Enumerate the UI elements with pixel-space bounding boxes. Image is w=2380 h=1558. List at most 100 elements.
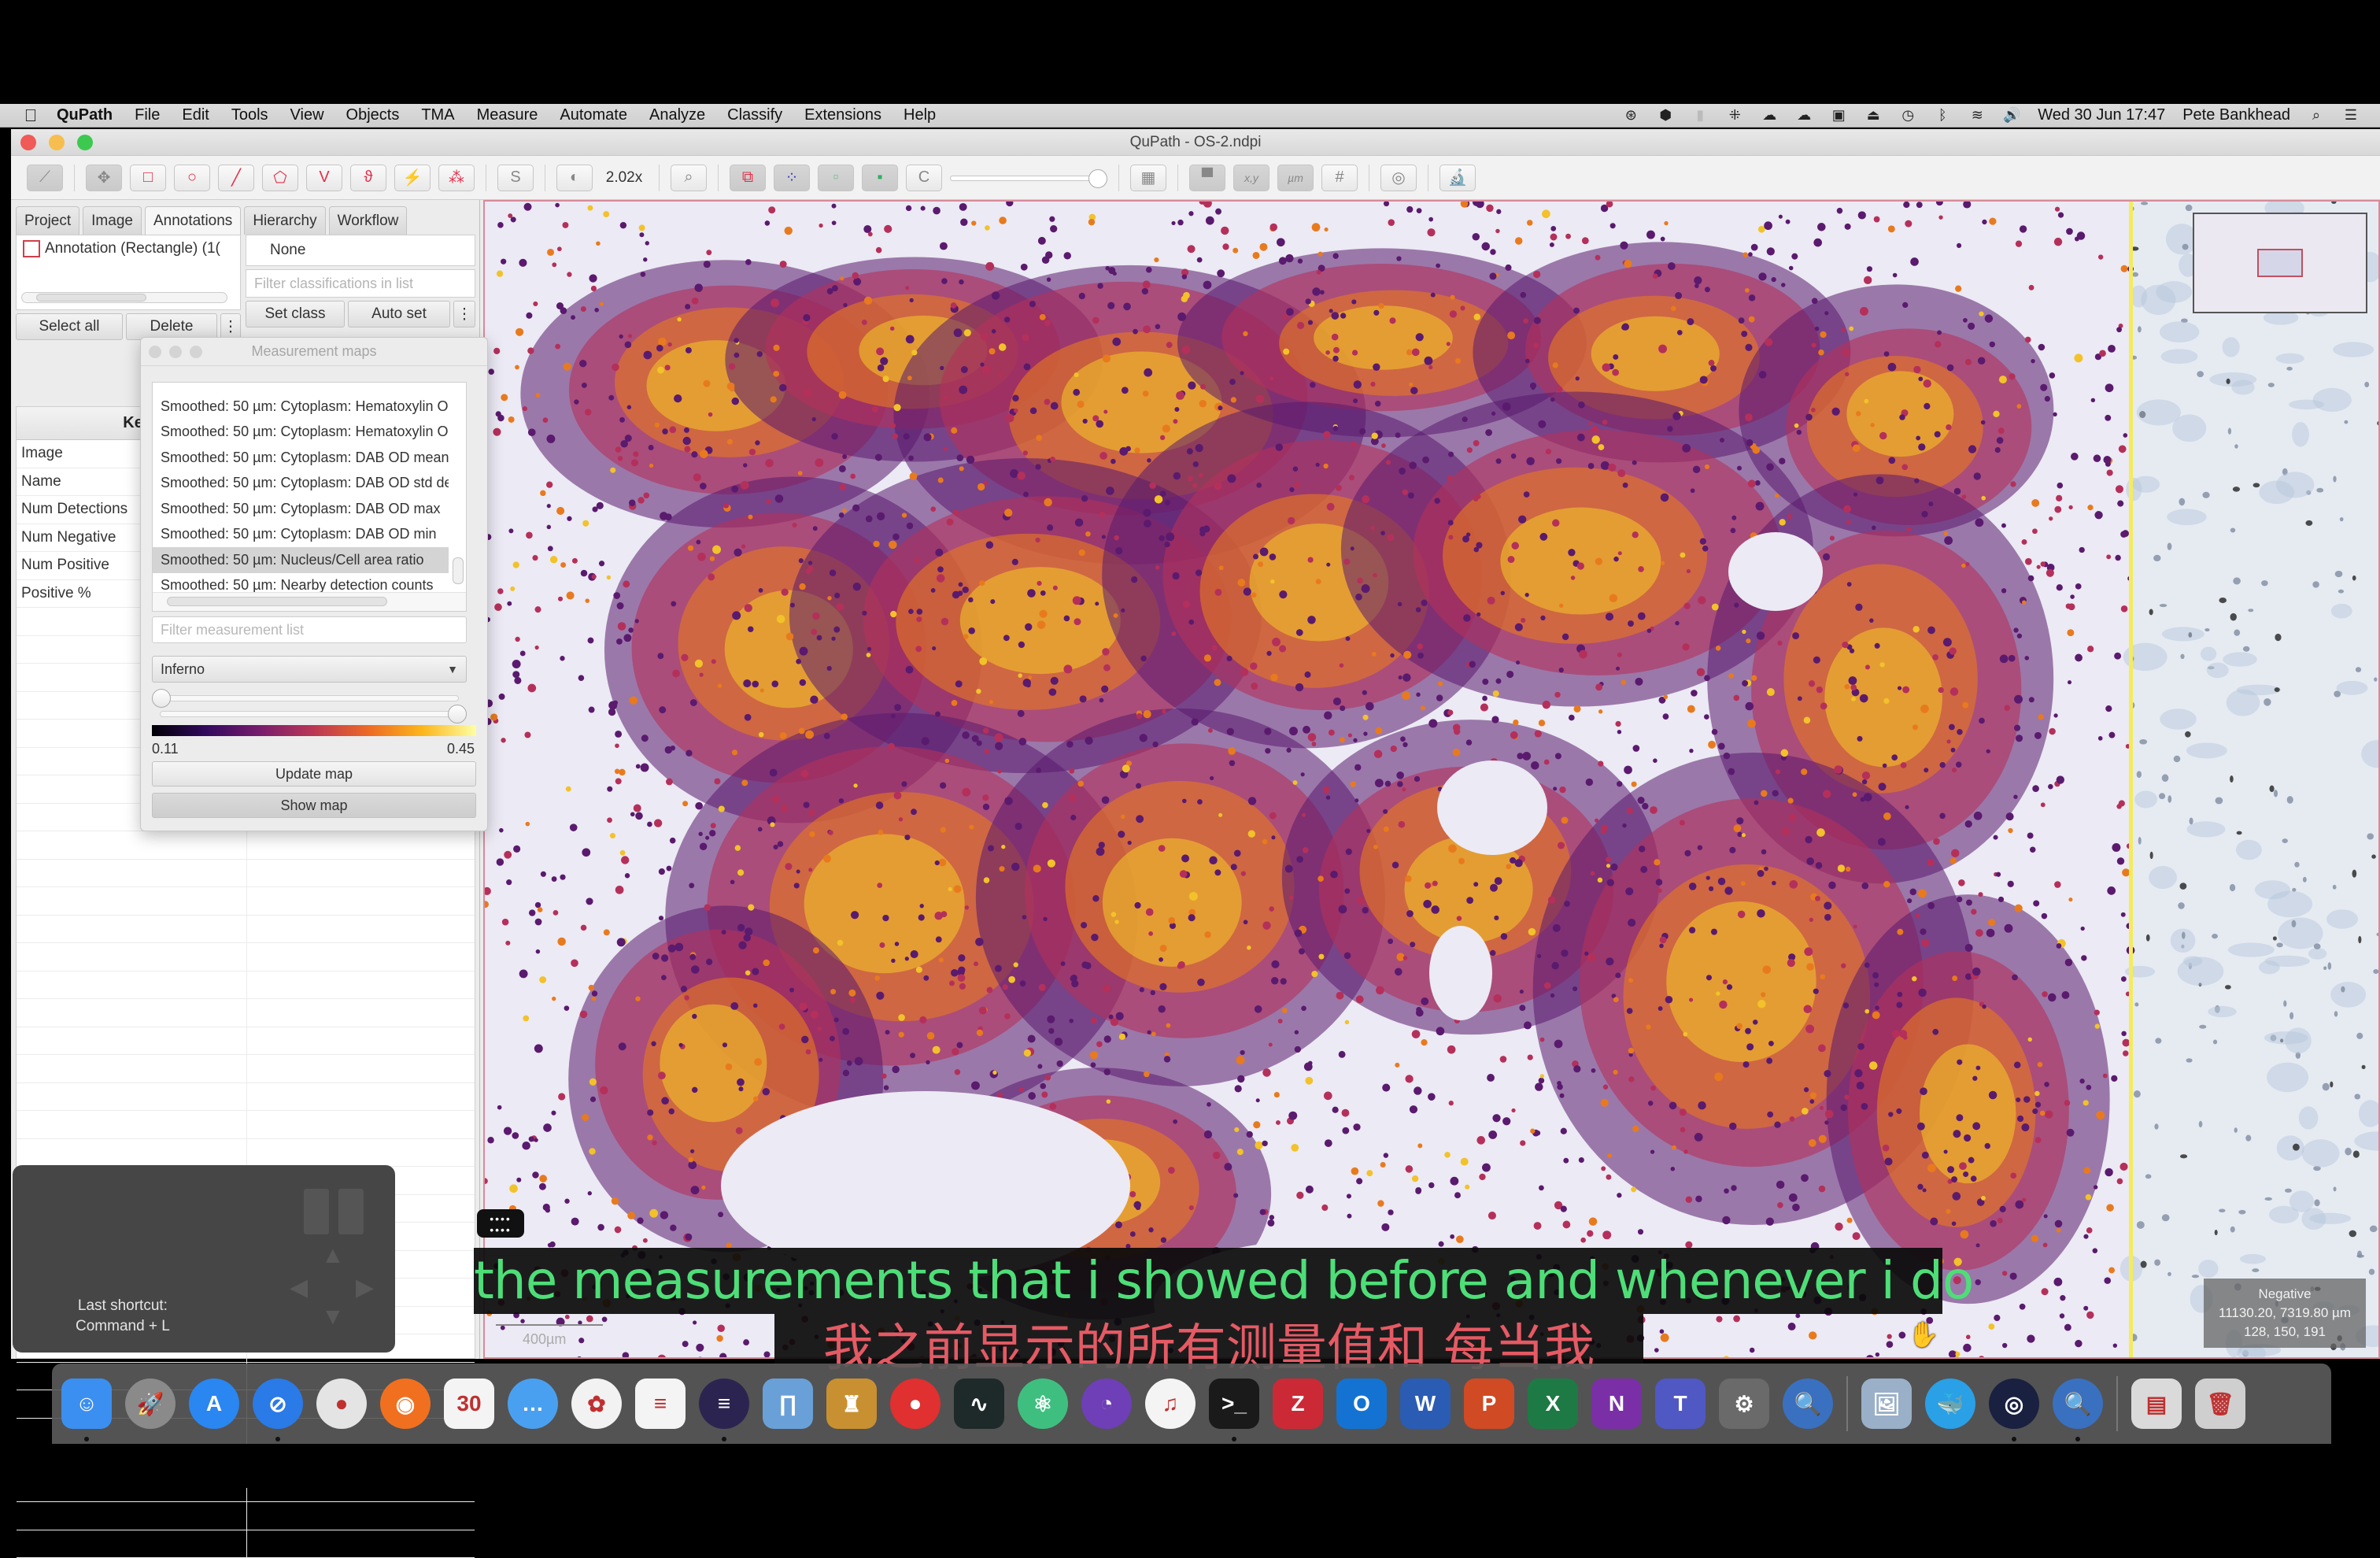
cube-icon[interactable]: ⬢ xyxy=(1657,107,1674,124)
dock-activity-monitor-icon[interactable]: ∿ xyxy=(954,1379,1004,1429)
microscope-button[interactable]: 🔬 xyxy=(1439,165,1476,191)
move-tool-button[interactable]: ✥ xyxy=(86,165,122,191)
dock-eclipse-icon[interactable]: ≡ xyxy=(699,1379,749,1429)
measurement-table-button[interactable]: ▦ xyxy=(1130,165,1166,191)
dock-powerpoint-icon[interactable]: P xyxy=(1464,1379,1514,1429)
measurement-filter-input[interactable]: Filter measurement list xyxy=(152,616,467,643)
dock-atom-icon[interactable]: ⚛ xyxy=(1018,1379,1068,1429)
max-value-slider[interactable] xyxy=(152,705,467,723)
menu-measure[interactable]: Measure xyxy=(477,106,538,124)
tab-workflow[interactable]: Workflow xyxy=(329,206,408,235)
menu-app-qupath[interactable]: QuPath xyxy=(57,106,113,124)
image-viewer[interactable]: 400µm Negative 11130.20, 7319.80 µm 128,… xyxy=(483,200,2380,1359)
dock-word-icon[interactable]: W xyxy=(1400,1379,1451,1429)
overview-thumbnail[interactable] xyxy=(2193,213,2367,313)
dialog-minimize-button[interactable] xyxy=(169,346,182,358)
preferences-button[interactable]: ◎ xyxy=(1380,165,1417,191)
menu-classify[interactable]: Classify xyxy=(727,106,782,124)
menu-tma[interactable]: TMA xyxy=(421,106,454,124)
max-slider-knob[interactable] xyxy=(448,705,467,723)
notification-center-icon[interactable]: ☰ xyxy=(2342,107,2360,124)
points-tool-button[interactable]: ⁂ xyxy=(438,165,475,191)
measurement-list-item[interactable]: Smoothed: 50 µm: Cytoplasm: DAB OD mean xyxy=(153,445,449,471)
menu-automate[interactable]: Automate xyxy=(560,106,627,124)
select-all-button[interactable]: Select all xyxy=(16,313,123,340)
annotation-list-item[interactable]: Annotation (Rectangle) (1( xyxy=(17,235,240,262)
rectangle-tool-button[interactable]: □ xyxy=(130,165,166,191)
delete-button[interactable]: Delete xyxy=(126,313,217,340)
dock-imagej-2-icon[interactable]: 🔍 xyxy=(2053,1379,2103,1429)
volume-icon[interactable]: 🔊 xyxy=(2003,107,2020,124)
bluetooth-icon[interactable]: ᛒ xyxy=(1934,107,1951,124)
measurement-list-item[interactable]: Smoothed: 50 µm: Cytoplasm: Hematoxylin … xyxy=(153,420,449,446)
dock-reminders-icon[interactable]: ≡ xyxy=(635,1379,686,1429)
classification-item[interactable]: None xyxy=(270,242,305,258)
classification-list[interactable]: None xyxy=(246,235,475,266)
dock-messages-icon[interactable]: … xyxy=(508,1379,558,1429)
dock-terminal-icon[interactable]: >_ xyxy=(1209,1379,1259,1429)
spotlight-search-icon[interactable]: ⌕ xyxy=(2308,107,2325,124)
window-close-button[interactable] xyxy=(20,135,36,150)
dock-app-store-icon[interactable]: A xyxy=(189,1379,239,1429)
airplay-icon[interactable]: ⏏ xyxy=(1864,107,1882,124)
colormap-select[interactable]: Inferno ▼ xyxy=(152,656,467,683)
dock-safari-icon[interactable]: ⊘ xyxy=(253,1379,303,1429)
classification-filter-input[interactable]: Filter classifications in list xyxy=(246,269,475,298)
menu-view[interactable]: View xyxy=(290,106,324,124)
update-map-button[interactable]: Update map xyxy=(152,761,476,786)
dock-documents-icon[interactable]: ▤ xyxy=(2131,1379,2182,1429)
dock-some-app-icon[interactable]: ● xyxy=(890,1379,941,1429)
show-tma-grid-button[interactable]: ⁘ xyxy=(774,165,810,191)
obs-icon[interactable]: ⊛ xyxy=(1622,107,1639,124)
brightness-contrast-button[interactable]: ◐ xyxy=(556,165,593,191)
show-classification-button[interactable]: C xyxy=(906,165,942,191)
measurement-list-item[interactable]: Smoothed: 50 µm: Cytoplasm: DAB OD std d… xyxy=(153,471,449,497)
measurement-list[interactable]: Smoothed: 50 µm: Cytoplasm: Hematoxylin … xyxy=(152,382,467,612)
zoom-to-fit-button[interactable]: ⌕ xyxy=(671,165,707,191)
dock-firefox-icon[interactable]: ◉ xyxy=(380,1379,431,1429)
window-zoom-button[interactable] xyxy=(77,135,93,150)
measure-tool-button[interactable]: ⟋ xyxy=(27,165,63,191)
dock-preview-icon[interactable]: 🖼 xyxy=(1861,1379,1912,1429)
menu-file[interactable]: File xyxy=(135,106,160,124)
set-class-button[interactable]: Set class xyxy=(246,301,345,328)
menu-analyze[interactable]: Analyze xyxy=(649,106,705,124)
dock-obs-icon[interactable]: ◎ xyxy=(1989,1379,2039,1429)
dropbox-icon[interactable]: ⁜ xyxy=(1726,107,1743,124)
measurement-list-item-selected[interactable]: Smoothed: 50 µm: Nucleus/Cell area ratio xyxy=(153,547,449,573)
dock-calendar-icon[interactable]: 30 xyxy=(444,1379,494,1429)
menu-objects[interactable]: Objects xyxy=(346,106,400,124)
brush-tool-button[interactable]: ϑ xyxy=(350,165,386,191)
dock-system-preferences-icon[interactable]: ⚙ xyxy=(1719,1379,1769,1429)
dock-outlook-icon[interactable]: O xyxy=(1336,1379,1387,1429)
show-scalebar-button[interactable]: µm xyxy=(1277,165,1314,191)
terminal-icon[interactable]: ▣ xyxy=(1830,107,1847,124)
opacity-slider[interactable] xyxy=(950,165,1107,191)
menu-extensions[interactable]: Extensions xyxy=(804,106,881,124)
dock-qupath-app-icon[interactable]: ∏ xyxy=(763,1379,813,1429)
battery-icon[interactable]: ▮ xyxy=(1691,107,1709,124)
dock-music-icon[interactable]: ♫ xyxy=(1145,1379,1196,1429)
polygon-tool-button[interactable]: ⬠ xyxy=(262,165,298,191)
auto-set-button[interactable]: Auto set xyxy=(348,301,450,328)
dock-launchpad-icon[interactable]: 🚀 xyxy=(125,1379,176,1429)
dialog-close-button[interactable] xyxy=(149,346,161,358)
measurement-list-item[interactable]: Smoothed: 50 µm: Cytoplasm: DAB OD max xyxy=(153,496,449,522)
show-annotations-button[interactable]: ⧉ xyxy=(730,165,766,191)
dock-trash-icon[interactable]: 🗑 xyxy=(2195,1379,2245,1429)
measurement-list-item[interactable]: Smoothed: 50 µm: Cytoplasm: DAB OD min xyxy=(153,522,449,548)
tab-annotations[interactable]: Annotations xyxy=(145,206,241,235)
dock-excel-icon[interactable]: X xyxy=(1528,1379,1578,1429)
classification-more-button[interactable]: ⋮ xyxy=(453,301,475,328)
dock-fiji-icon[interactable]: ♜ xyxy=(826,1379,877,1429)
caption-menu-icon[interactable]: •••••••• xyxy=(477,1209,524,1238)
ellipse-tool-button[interactable]: ○ xyxy=(174,165,210,191)
measurement-list-vscrollbar[interactable] xyxy=(450,383,466,592)
menu-tools[interactable]: Tools xyxy=(231,106,268,124)
show-grid-button[interactable]: # xyxy=(1321,165,1358,191)
fill-detections-button[interactable]: ▪ xyxy=(862,165,898,191)
show-detections-button[interactable]: ▫ xyxy=(818,165,854,191)
window-minimize-button[interactable] xyxy=(49,135,65,150)
dock-zotero-icon[interactable]: Z xyxy=(1273,1379,1323,1429)
show-overview-button[interactable]: ▀ xyxy=(1189,165,1225,191)
